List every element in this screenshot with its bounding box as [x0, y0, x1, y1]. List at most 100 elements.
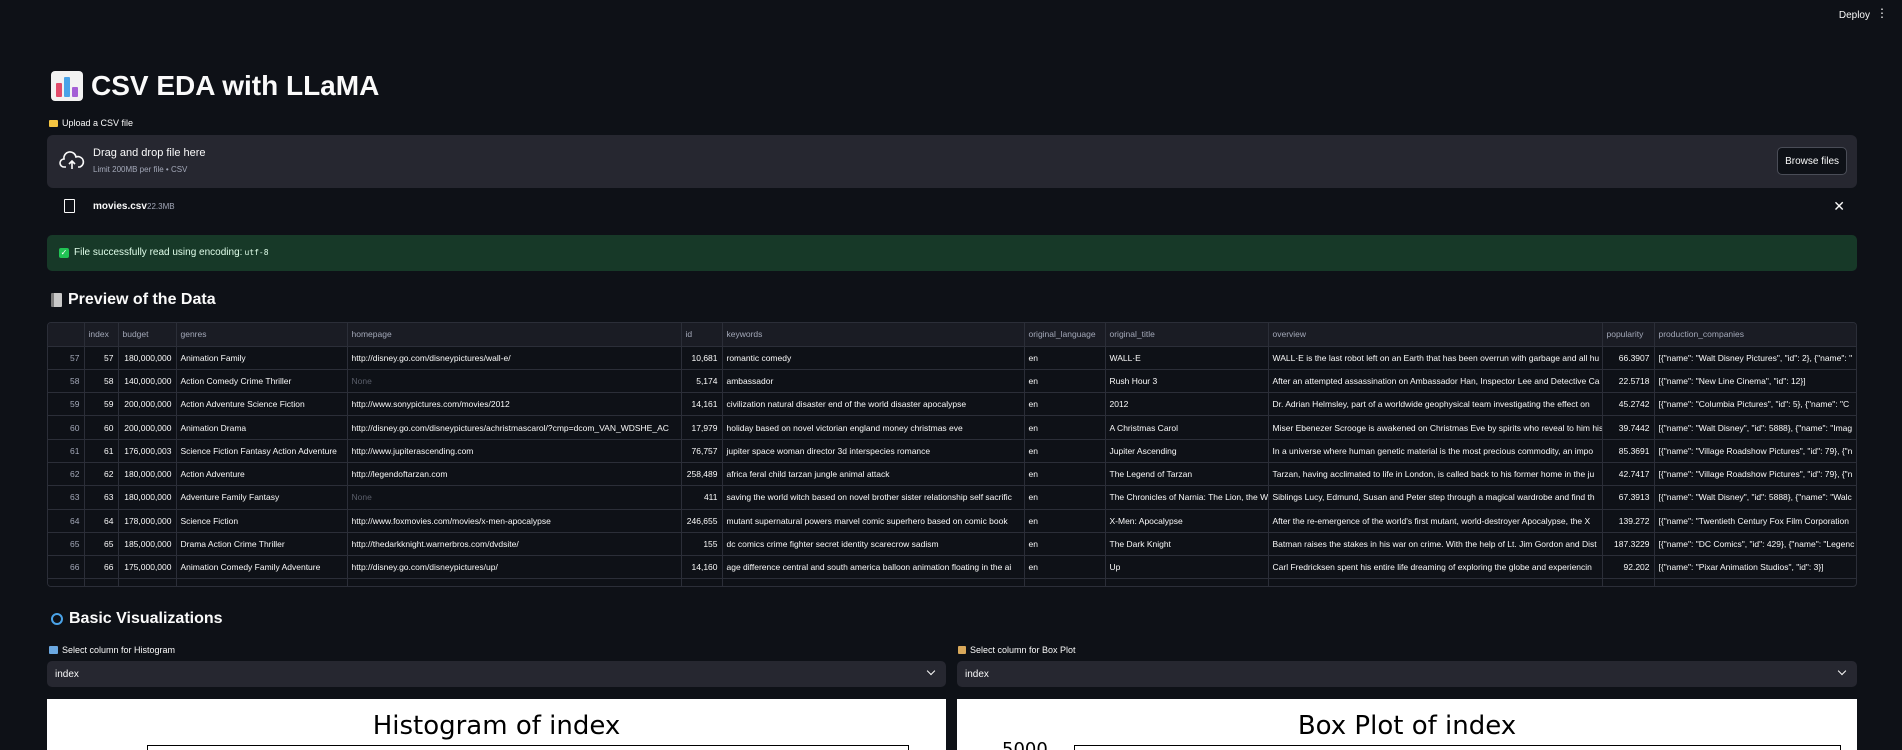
table-cell[interactable]: en — [1024, 346, 1106, 370]
row-index-cell[interactable]: 60 — [48, 415, 85, 440]
table-row[interactable]: 58 58 140,000,000 Action Comedy Crime Thril… — [48, 369, 1856, 394]
table-cell[interactable]: Action Comedy Crime Thriller — [176, 369, 348, 394]
table-cell[interactable]: Monsters vs Aliens — [1105, 578, 1269, 586]
table-cell[interactable]: Animation Family — [176, 346, 348, 370]
table-cell[interactable]: age difference central and south america… — [722, 555, 1025, 580]
row-index-cell[interactable]: 62 — [48, 462, 85, 487]
table-cell[interactable]: 85.3691 — [1602, 439, 1655, 463]
table-cell[interactable]: 175,000,000 — [118, 578, 177, 586]
table-cell[interactable]: 10,681 — [681, 346, 723, 370]
table-cell[interactable]: 42.7417 — [1602, 462, 1655, 487]
table-cell[interactable]: alien giant robot duringcreditstinger — [722, 578, 1025, 586]
table-cell[interactable]: [{"name": "Walt Disney", "id": 5888}, {"… — [1654, 485, 1856, 510]
table-cell[interactable]: http://disney.go.com/disneypictures/up/ — [347, 555, 682, 580]
row-index-cell[interactable]: 67 — [48, 578, 85, 586]
table-cell[interactable]: 60 — [84, 415, 119, 440]
table-cell[interactable]: 14,160 — [681, 555, 723, 580]
table-cell[interactable]: http://www.monstersvsaliens.com/ — [347, 578, 682, 586]
row-index-cell[interactable]: 63 — [48, 485, 85, 510]
table-cell[interactable]: Siblings Lucy, Edmund, Susan and Peter s… — [1268, 485, 1603, 510]
table-cell[interactable]: Dr. Adrian Helmsley, part of a worldwide… — [1268, 392, 1603, 417]
table-cell[interactable]: 65 — [84, 532, 119, 557]
table-cell[interactable]: Up — [1105, 555, 1269, 580]
column-header[interactable]: original_title — [1105, 323, 1269, 347]
table-cell[interactable]: 180,000,000 — [118, 485, 177, 510]
table-cell[interactable]: [{"name": "Pixar Animation Studios", "id… — [1654, 555, 1856, 580]
table-cell[interactable]: 59 — [84, 392, 119, 417]
table-cell[interactable]: Science Fiction — [176, 509, 348, 533]
row-index-cell[interactable]: 65 — [48, 532, 85, 557]
deploy-button[interactable]: Deploy — [1839, 10, 1870, 21]
table-cell[interactable]: 17,979 — [681, 415, 723, 440]
table-cell[interactable]: None — [347, 369, 682, 394]
table-cell[interactable]: 61 — [84, 439, 119, 463]
table-cell[interactable]: 45.2742 — [1602, 392, 1655, 417]
browse-files-button[interactable]: Browse files — [1777, 147, 1847, 175]
table-cell[interactable]: 258,489 — [681, 462, 723, 487]
table-cell[interactable]: 175,000,000 — [118, 555, 177, 580]
column-header[interactable]: original_language — [1024, 323, 1106, 347]
table-cell[interactable]: Carl Fredricksen spent his entire life d… — [1268, 555, 1603, 580]
table-cell[interactable]: [{"name": "DreamWorks Animation", "id": … — [1654, 578, 1856, 586]
table-cell[interactable]: 39.7442 — [1602, 415, 1655, 440]
table-cell[interactable]: en — [1024, 392, 1106, 417]
table-cell[interactable]: http://thedarkknight.warnerbros.com/dvds… — [347, 532, 682, 557]
table-cell[interactable]: [{"name": "DC Comics", "id": 429}, {"nam… — [1654, 532, 1856, 557]
table-cell[interactable]: 180,000,000 — [118, 346, 177, 370]
table-cell[interactable]: Animation Comedy Family Adventure — [176, 555, 348, 580]
table-cell[interactable]: WALL·E is the last robot left on an Eart… — [1268, 346, 1603, 370]
table-cell[interactable]: 246,655 — [681, 509, 723, 533]
table-cell[interactable]: 36.1676 — [1602, 578, 1655, 586]
row-index-cell[interactable]: 61 — [48, 439, 85, 463]
table-cell[interactable]: Animation Family Adventure Science Ficti… — [176, 578, 348, 586]
table-cell[interactable]: In a universe where human genetic materi… — [1268, 439, 1603, 463]
table-cell[interactable]: 139.272 — [1602, 509, 1655, 533]
row-index-cell[interactable]: 64 — [48, 509, 85, 533]
table-cell[interactable]: 22.5718 — [1602, 369, 1655, 394]
histogram-column-select[interactable]: index — [47, 661, 946, 687]
table-cell[interactable]: http://legendoftarzan.com — [347, 462, 682, 487]
table-cell[interactable]: africa feral child tarzan jungle animal … — [722, 462, 1025, 487]
table-cell[interactable]: ambassador — [722, 369, 1025, 394]
table-cell[interactable]: en — [1024, 415, 1106, 440]
table-cell[interactable]: http://www.sonypictures.com/movies/2012 — [347, 392, 682, 417]
table-cell[interactable]: mutant supernatural powers marvel comic … — [722, 509, 1025, 533]
table-cell[interactable]: en — [1024, 578, 1106, 586]
table-cell[interactable]: 5,174 — [681, 369, 723, 394]
table-cell[interactable]: holiday based on novel victorian england… — [722, 415, 1025, 440]
table-cell[interactable]: civilization natural disaster end of the… — [722, 392, 1025, 417]
table-cell[interactable]: Jupiter Ascending — [1105, 439, 1269, 463]
table-cell[interactable]: Batman raises the stakes in his war on c… — [1268, 532, 1603, 557]
table-cell[interactable]: [{"name": "Walt Disney Pictures", "id": … — [1654, 346, 1856, 370]
table-cell[interactable]: After an attempted assassination on Amba… — [1268, 369, 1603, 394]
table-cell[interactable]: en — [1024, 439, 1106, 463]
table-cell[interactable]: 67.3913 — [1602, 485, 1655, 510]
table-row[interactable]: 64 64 178,000,000 Science Fiction http://www… — [48, 509, 1856, 533]
table-cell[interactable]: 411 — [681, 485, 723, 510]
table-cell[interactable]: en — [1024, 509, 1106, 533]
table-cell[interactable]: 2012 — [1105, 392, 1269, 417]
table-cell[interactable]: Action Adventure Science Fiction — [176, 392, 348, 417]
table-cell[interactable]: 187.3229 — [1602, 532, 1655, 557]
table-cell[interactable]: 64 — [84, 509, 119, 533]
table-row[interactable]: 63 63 180,000,000 Adventure Family Fantasy N… — [48, 485, 1856, 510]
row-index-cell[interactable]: 59 — [48, 392, 85, 417]
table-cell[interactable]: 176,000,003 — [118, 439, 177, 463]
table-cell[interactable]: 200,000,000 — [118, 392, 177, 417]
table-cell[interactable]: saving the world witch based on novel br… — [722, 485, 1025, 510]
data-grid[interactable]: index budget genres homepage id keywords origi… — [47, 322, 1857, 587]
row-index-cell[interactable]: 58 — [48, 369, 85, 394]
table-cell[interactable]: dc comics crime fighter secret identity … — [722, 532, 1025, 557]
table-cell[interactable]: [{"name": "Columbia Pictures", "id": 5},… — [1654, 392, 1856, 417]
table-cell[interactable]: 66 — [84, 555, 119, 580]
table-cell[interactable]: 62 — [84, 462, 119, 487]
column-header[interactable]: index — [84, 323, 119, 347]
column-header[interactable]: overview — [1268, 323, 1603, 347]
row-index-cell[interactable]: 57 — [48, 346, 85, 370]
column-header[interactable]: homepage — [347, 323, 682, 347]
close-icon[interactable]: ✕ — [1833, 198, 1845, 215]
table-cell[interactable]: en — [1024, 462, 1106, 487]
table-cell[interactable]: Tarzan, having acclimated to life in Lon… — [1268, 462, 1603, 487]
column-header[interactable]: production_companies — [1654, 323, 1856, 347]
table-cell[interactable]: 15,512 — [681, 578, 723, 586]
